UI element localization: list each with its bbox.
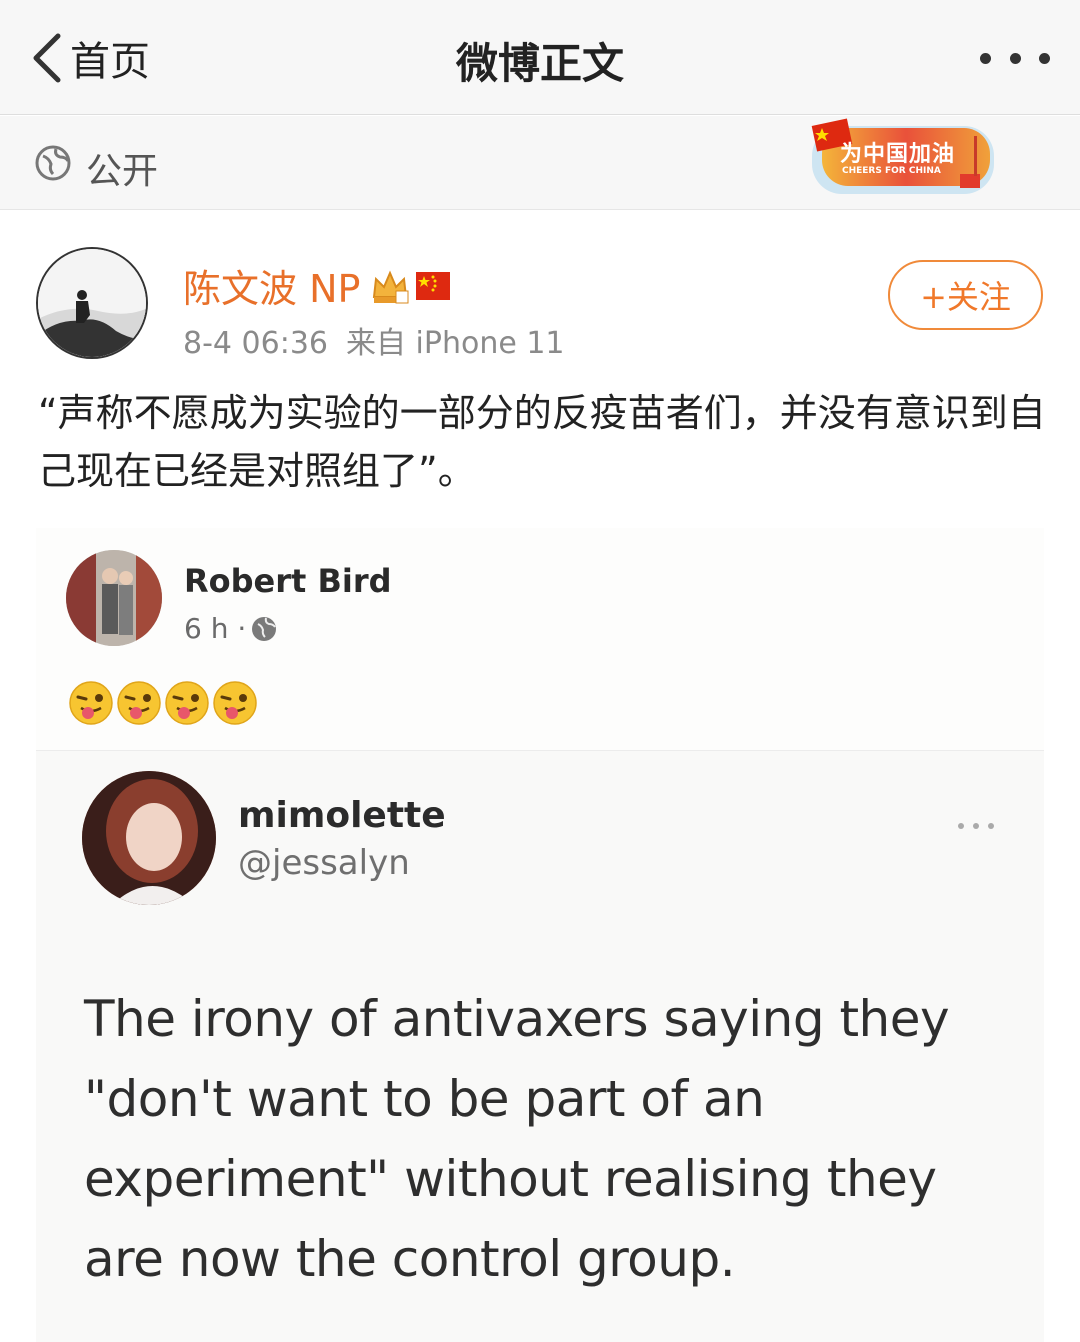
follow-button[interactable]: +关注	[888, 260, 1043, 330]
post-time: 8-4 06:36	[183, 326, 328, 361]
fb-avatar-photo-icon	[66, 550, 162, 646]
tweet-avatar-photo-icon	[82, 771, 216, 905]
fb-time: 6 h ·	[184, 612, 247, 645]
vip-crown-icon[interactable]	[370, 267, 410, 305]
globe-icon	[35, 145, 71, 181]
badge-subtitle: CHEERS FOR CHINA	[842, 166, 941, 176]
more-options-button[interactable]	[980, 40, 1050, 76]
china-flag-icon	[416, 271, 451, 300]
post-text: “声称不愿成为实验的一部分的反疫苗者们，并没有意识到自己现在已经是对照组了”。	[38, 391, 1046, 493]
winking-tongue-emoji-icon	[69, 681, 113, 725]
fb-post-meta: 6 h ·	[184, 612, 278, 645]
more-dot-icon	[1039, 52, 1050, 64]
post-source: 来自 iPhone 11	[346, 326, 565, 361]
post-meta: 8-4 06:36 来自 iPhone 11	[183, 318, 565, 362]
visibility-label: 公开	[86, 151, 159, 192]
page-title: 微博正文	[455, 39, 624, 88]
tweet-text: The irony of antivaxers saying they "don…	[84, 990, 950, 1288]
author-avatar[interactable]	[36, 247, 148, 359]
winking-tongue-emoji-icon	[165, 681, 209, 725]
tweet-avatar	[82, 771, 216, 905]
embedded-screenshot[interactable]: Robert Bird 6 h · mimolette @jessalyn Th…	[36, 528, 1044, 1342]
author-row: 陈文波 NP	[183, 258, 451, 313]
winking-tongue-emoji-icon	[213, 681, 257, 725]
tweet-more-icon	[958, 823, 994, 831]
fb-author-name: Robert Bird	[184, 562, 392, 600]
tweet-author-handle: @jessalyn	[238, 843, 410, 883]
more-dot-icon	[1009, 52, 1021, 64]
badge-title: 为中国加油	[840, 142, 956, 167]
tweet-card: mimolette @jessalyn The irony of antivax…	[36, 750, 1044, 1342]
more-dot-icon	[980, 52, 991, 64]
tweet-author-name: mimolette	[238, 795, 446, 836]
fb-avatar	[66, 550, 162, 646]
globe-icon	[252, 616, 277, 641]
cheers-for-china-badge[interactable]: 为中国加油 CHEERS FOR CHINA	[800, 118, 1008, 200]
avatar-hiker-icon	[38, 249, 146, 357]
winking-tongue-emoji-icon	[117, 681, 161, 725]
emoji-row	[68, 680, 260, 726]
author-name[interactable]: 陈文波 NP	[183, 258, 360, 313]
navbar: 首页 微博正文	[0, 0, 1080, 115]
